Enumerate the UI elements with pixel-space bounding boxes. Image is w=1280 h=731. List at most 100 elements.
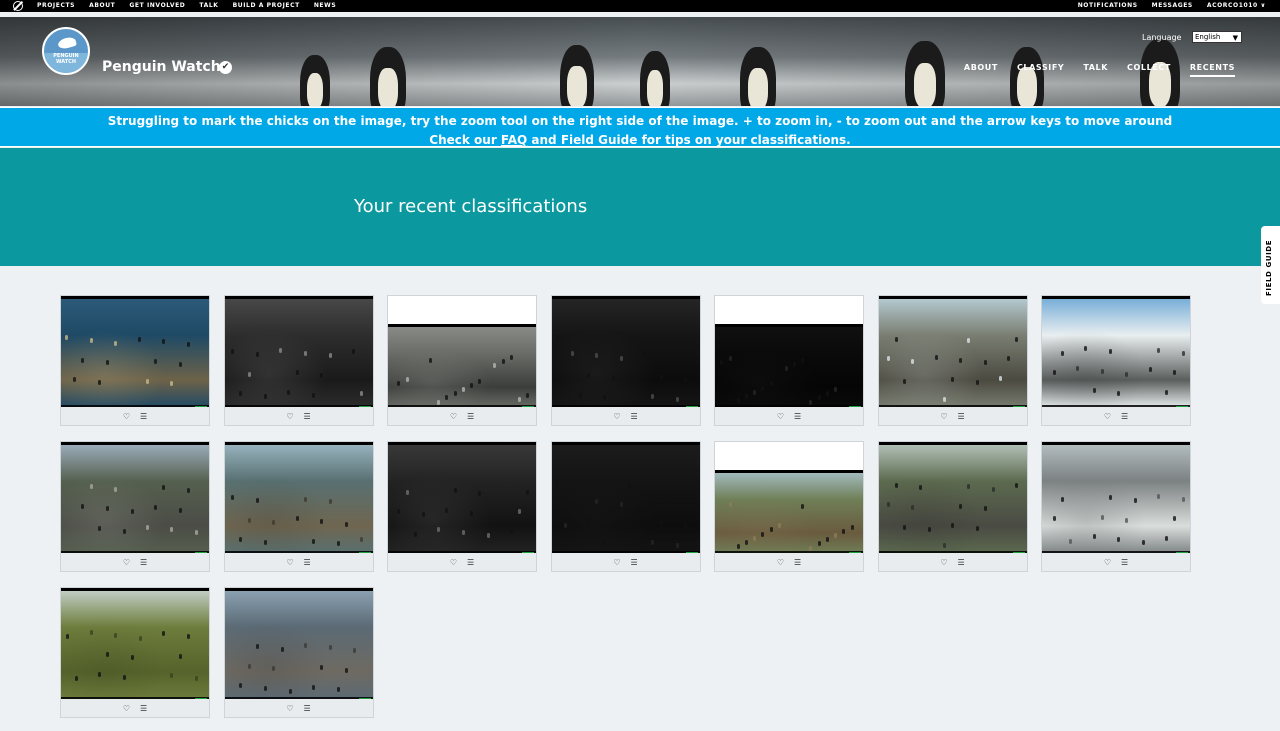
- favorite-heart-icon[interactable]: ♡: [123, 412, 130, 421]
- subject-thumbnail[interactable]: [878, 296, 1027, 408]
- recent-classification-card[interactable]: ♡ ☰: [223, 295, 374, 426]
- recent-classification-card[interactable]: ♡ ☰: [387, 295, 537, 426]
- favorite-heart-icon[interactable]: ♡: [286, 412, 293, 421]
- favorite-heart-icon[interactable]: ♡: [123, 558, 130, 567]
- penguin-speck: [919, 485, 923, 491]
- account-menu[interactable]: ACORCO1010 ∨: [1207, 2, 1266, 9]
- favorite-heart-icon[interactable]: ♡: [1104, 558, 1111, 567]
- favorite-heart-icon[interactable]: ♡: [450, 558, 457, 567]
- favorite-heart-icon[interactable]: ♡: [286, 558, 293, 567]
- project-nav-classify[interactable]: CLASSIFY: [1017, 63, 1064, 77]
- site-nav-projects[interactable]: PROJECTS: [37, 2, 75, 9]
- recent-classification-card[interactable]: ♡ ☰: [550, 295, 701, 426]
- favorite-heart-icon[interactable]: ♡: [940, 412, 947, 421]
- site-nav-get-involved[interactable]: GET INVOLVED: [129, 2, 185, 9]
- recent-classification-card[interactable]: ♡ ☰: [60, 441, 210, 572]
- recent-classification-card[interactable]: ♡ ☰: [1041, 295, 1191, 426]
- recent-classification-card[interactable]: ♡ ☰: [550, 441, 701, 572]
- recent-classification-card[interactable]: ♡ ☰: [714, 441, 864, 572]
- project-nav-collect[interactable]: COLLECT: [1127, 63, 1171, 77]
- collect-list-icon[interactable]: ☰: [304, 412, 311, 421]
- collect-list-icon[interactable]: ☰: [304, 704, 311, 713]
- penguin-logo-icon: [57, 35, 77, 51]
- recent-classification-card[interactable]: ♡ ☰: [877, 295, 1028, 426]
- recent-classification-card[interactable]: ♡ ☰: [714, 295, 864, 426]
- favorite-heart-icon[interactable]: ♡: [1104, 412, 1111, 421]
- recent-classification-card[interactable]: ♡ ☰: [223, 441, 374, 572]
- collect-list-icon[interactable]: ☰: [140, 412, 147, 421]
- camera-timestamp-bar: [388, 324, 536, 327]
- collect-list-icon[interactable]: ☰: [794, 412, 801, 421]
- recent-classification-card[interactable]: ♡ ☰: [387, 441, 537, 572]
- subject-thumbnail[interactable]: [715, 470, 863, 554]
- subject-thumbnail[interactable]: [715, 324, 863, 408]
- penguin-speck: [570, 350, 574, 356]
- notifications-link[interactable]: NOTIFICATIONS: [1078, 2, 1138, 9]
- card-actions: ♡ ☰: [1042, 553, 1190, 571]
- subject-thumbnail[interactable]: [1042, 442, 1190, 554]
- penguin-speck: [942, 396, 946, 402]
- collect-list-icon[interactable]: ☰: [467, 412, 474, 421]
- recent-classification-card[interactable]: ♡ ☰: [1041, 441, 1191, 572]
- favorite-heart-icon[interactable]: ♡: [450, 412, 457, 421]
- site-nav-talk[interactable]: TALK: [199, 2, 218, 9]
- subject-thumbnail[interactable]: [224, 296, 373, 408]
- penguin-speck: [130, 655, 134, 661]
- project-avatar[interactable]: PENGUIN WATCH: [42, 27, 90, 75]
- subject-thumbnail[interactable]: [551, 296, 700, 408]
- site-nav-about[interactable]: ABOUT: [89, 2, 115, 9]
- project-nav-recents[interactable]: RECENTS: [1189, 63, 1235, 77]
- favorite-heart-icon[interactable]: ♡: [940, 558, 947, 567]
- site-nav-news[interactable]: NEWS: [314, 2, 336, 9]
- collect-list-icon[interactable]: ☰: [140, 704, 147, 713]
- recent-classification-card[interactable]: ♡ ☰: [877, 441, 1028, 572]
- subject-thumbnail[interactable]: [61, 588, 209, 700]
- zooniverse-logo-icon[interactable]: [13, 1, 23, 11]
- subject-thumbnail[interactable]: [61, 442, 209, 554]
- penguin-speck: [178, 507, 182, 513]
- project-nav-about[interactable]: ABOUT: [964, 63, 998, 77]
- recent-classification-card[interactable]: ♡ ☰: [60, 587, 210, 718]
- collect-list-icon[interactable]: ☰: [140, 558, 147, 567]
- messages-link[interactable]: MESSAGES: [1152, 2, 1193, 9]
- avatar-text: PENGUIN WATCH: [53, 53, 79, 65]
- favorite-heart-icon[interactable]: ♡: [777, 558, 784, 567]
- recent-classification-card[interactable]: ♡ ☰: [60, 295, 210, 426]
- collect-list-icon[interactable]: ☰: [467, 558, 474, 567]
- penguin-speck: [295, 370, 299, 376]
- collect-list-icon[interactable]: ☰: [794, 558, 801, 567]
- favorite-heart-icon[interactable]: ♡: [286, 704, 293, 713]
- project-title[interactable]: Penguin Watch: [102, 59, 221, 75]
- penguin-speck: [927, 527, 931, 533]
- project-nav-talk[interactable]: TALK: [1083, 63, 1108, 77]
- subject-thumbnail[interactable]: [61, 296, 209, 408]
- subject-thumbnail[interactable]: [388, 442, 536, 554]
- subject-thumbnail[interactable]: [224, 442, 373, 554]
- collect-list-icon[interactable]: ☰: [304, 558, 311, 567]
- recent-classification-card[interactable]: ♡ ☰: [223, 587, 374, 718]
- site-nav-build-a-project[interactable]: BUILD A PROJECT: [233, 2, 300, 9]
- collect-list-icon[interactable]: ☰: [631, 412, 638, 421]
- favorite-heart-icon[interactable]: ♡: [613, 412, 620, 421]
- favorite-heart-icon[interactable]: ♡: [123, 704, 130, 713]
- card-actions: ♡ ☰: [61, 553, 209, 571]
- subject-thumbnail[interactable]: [878, 442, 1027, 554]
- collect-list-icon[interactable]: ☰: [631, 558, 638, 567]
- penguin-speck: [65, 335, 68, 341]
- subject-thumbnail[interactable]: [551, 442, 700, 554]
- subject-thumbnail[interactable]: [388, 324, 536, 408]
- collect-list-icon[interactable]: ☰: [1121, 412, 1128, 421]
- collect-list-icon[interactable]: ☰: [1121, 558, 1128, 567]
- collect-list-icon[interactable]: ☰: [958, 412, 965, 421]
- field-guide-tab[interactable]: FIELD GUIDE: [1261, 226, 1280, 304]
- faq-link[interactable]: FAQ: [501, 133, 527, 147]
- collect-list-icon[interactable]: ☰: [958, 558, 965, 567]
- language-select[interactable]: English ▼: [1192, 31, 1242, 43]
- favorite-heart-icon[interactable]: ♡: [777, 412, 784, 421]
- penguin-speck: [106, 652, 110, 658]
- subject-thumbnail[interactable]: [1042, 296, 1190, 408]
- subject-thumbnail[interactable]: [224, 588, 373, 700]
- favorite-heart-icon[interactable]: ♡: [613, 558, 620, 567]
- penguin-speck: [279, 347, 283, 353]
- penguin-speck: [1015, 336, 1019, 342]
